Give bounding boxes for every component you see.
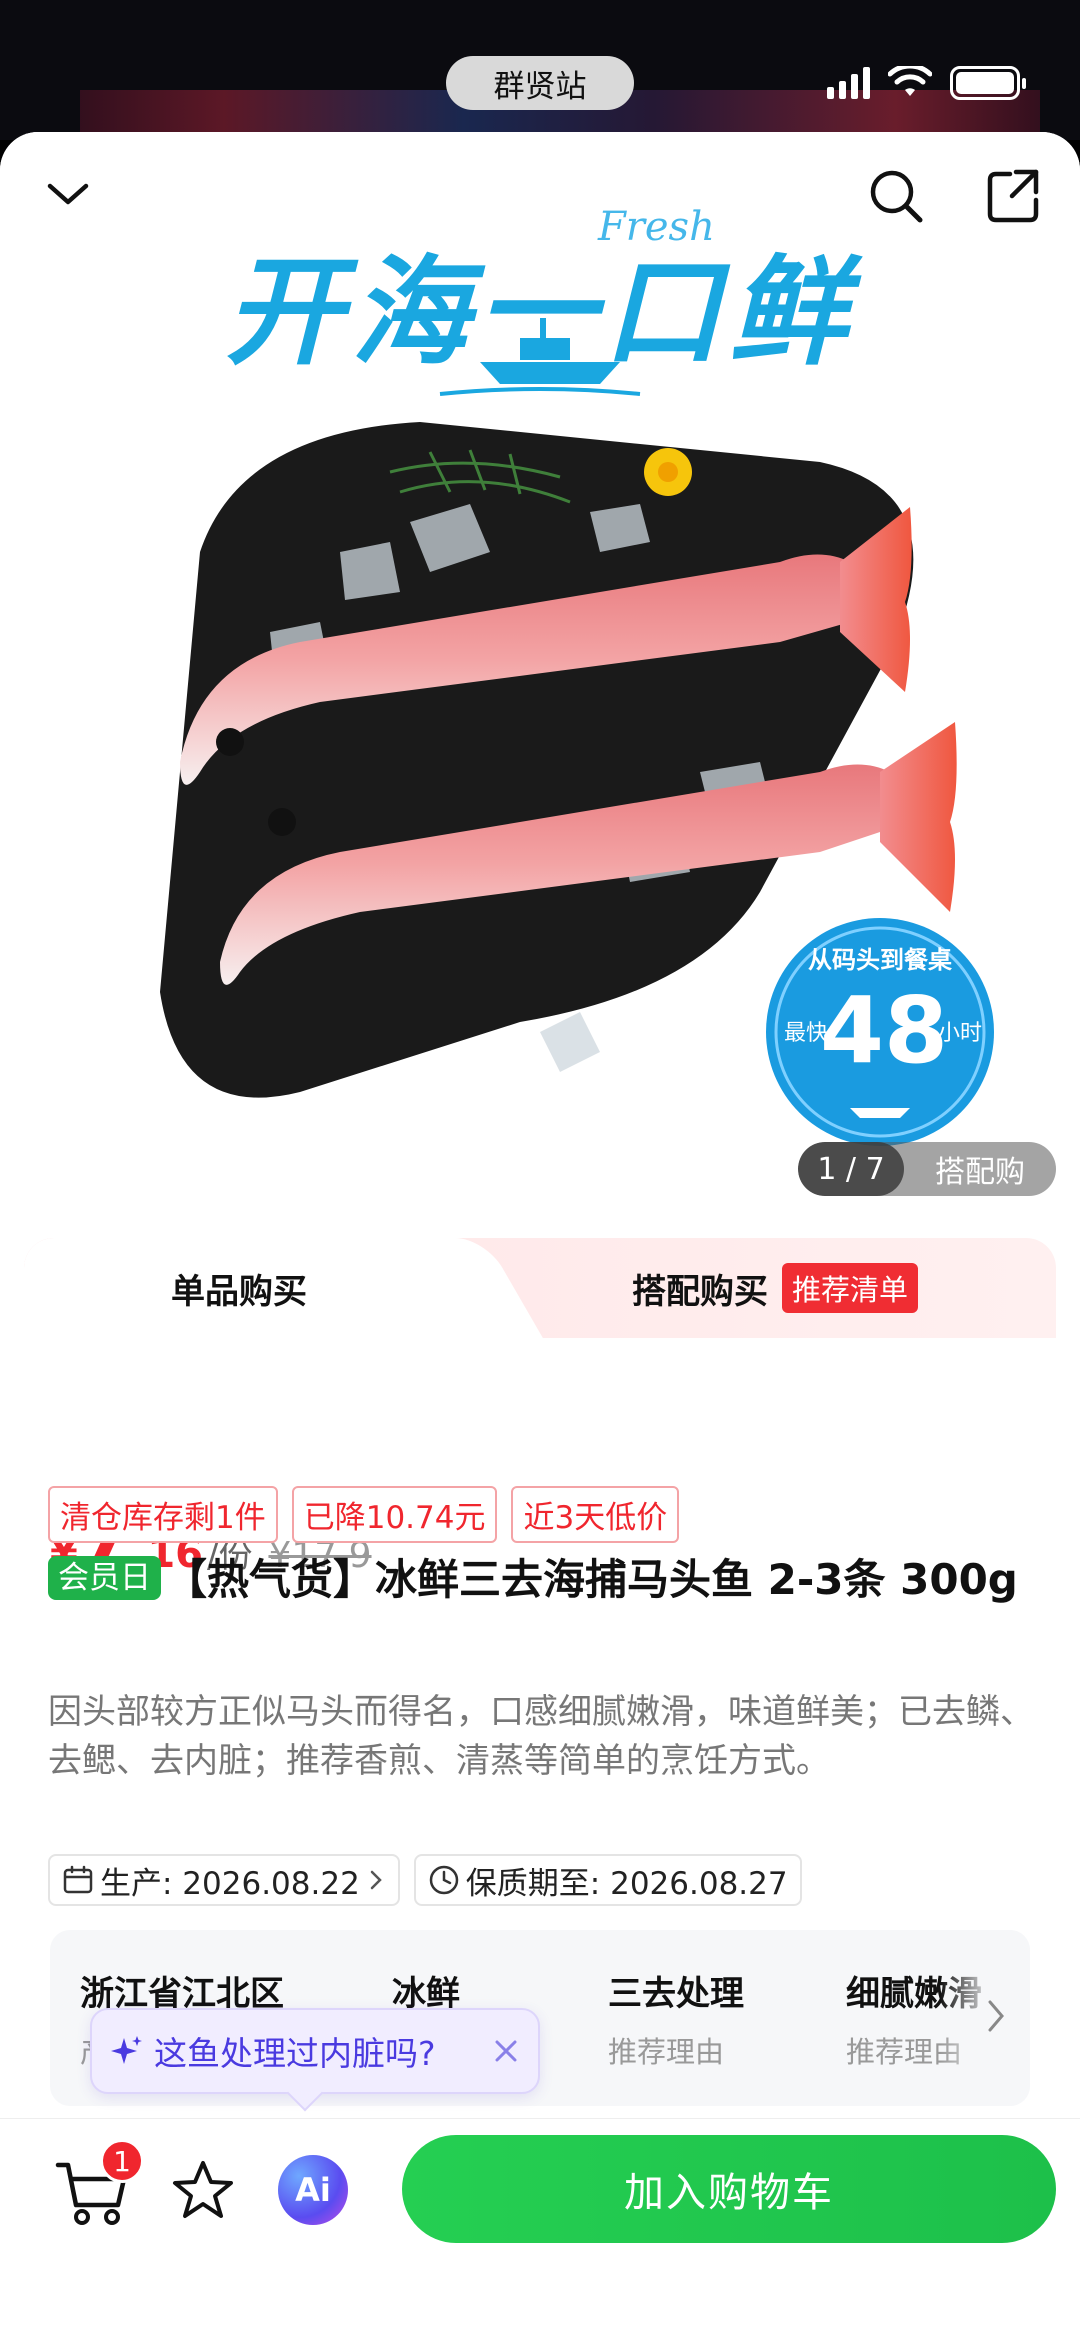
ai-question-tip[interactable]: 这鱼处理过内脏吗? (90, 2008, 540, 2094)
status-icons (827, 66, 1026, 100)
badge-unit-text: 小时 (938, 1021, 982, 1046)
chevron-down-icon (47, 183, 89, 205)
clock-icon (429, 1865, 459, 1895)
badge-top-text: 从码头到餐桌 (808, 946, 952, 974)
tab-combo-label: 搭配购买 (631, 1271, 768, 1312)
ai-assistant-button[interactable]: Ai (278, 2155, 348, 2225)
favorite-button[interactable] (168, 2155, 238, 2225)
product-sheet: 开海一口鲜 Fresh 从码头到餐桌 最快 48 小时 1 / 7 搭配购 搭配… (0, 132, 1080, 2348)
share-button[interactable] (974, 156, 1054, 236)
boat-icon (439, 318, 641, 396)
sparkle-icon (111, 2036, 142, 2064)
promo-tag: 近3天低价 (511, 1486, 680, 1543)
tab-combo-purchase[interactable]: 搭配购买 推荐清单 (494, 1238, 1056, 1338)
bottom-action-bar: 1 Ai 加入购物车 (0, 2118, 1080, 2348)
close-icon[interactable] (492, 2037, 520, 2065)
promo-tag: 清仓库存剩1件 (48, 1486, 278, 1543)
dynamic-island-label: 群贤站 (446, 56, 634, 110)
product-title-text: 【热气货】冰鲜三去海捕马头鱼 2-3条 300g (165, 1555, 1018, 1604)
collapse-button[interactable] (28, 156, 108, 236)
tab-single-purchase[interactable]: 单品购买 (24, 1238, 454, 1338)
badge-number: 48 (820, 977, 948, 1084)
photo-combo-link[interactable]: 搭配购 (904, 1142, 1056, 1196)
attribute-value: 三去处理 (608, 1974, 744, 2014)
attribute-key: 推荐理由 (608, 2035, 725, 2069)
search-icon (870, 170, 923, 223)
ai-tip-text: 这鱼处理过内脏吗? (154, 2034, 436, 2073)
calendar-icon (63, 1865, 93, 1894)
attribute-item: 三去处理 推荐理由 (608, 1966, 744, 2071)
product-image-carousel[interactable]: 开海一口鲜 Fresh 从码头到餐桌 最快 48 小时 1 / 7 搭配购 (0, 132, 1080, 1252)
promo-tags: 清仓库存剩1件 已降10.74元 近3天低价 (48, 1486, 680, 1543)
delivery-48h-badge: 从码头到餐桌 最快 48 小时 (766, 918, 994, 1146)
star-icon (173, 2161, 233, 2218)
search-button[interactable] (856, 156, 936, 236)
chevron-right-icon[interactable] (984, 1996, 1008, 2036)
recommend-list-badge: 推荐清单 (781, 1263, 918, 1313)
member-day-badge: 会员日 (48, 1556, 161, 1600)
production-date-chip[interactable]: 生产: 2026.08.22 (48, 1854, 400, 1906)
chevron-right-icon (370, 1870, 382, 1890)
battery-icon (950, 66, 1026, 100)
wifi-icon (888, 66, 932, 96)
top-nav (0, 132, 1080, 262)
date-row: 生产: 2026.08.22 保质期至: 2026.08.27 (48, 1854, 802, 1906)
add-to-cart-button[interactable]: 加入购物车 (402, 2135, 1056, 2243)
expiry-date: 保质期至: 2026.08.27 (465, 1865, 788, 1902)
promo-tag: 已降10.74元 (291, 1486, 498, 1543)
product-title: 会员日 【热气货】冰鲜三去海捕马头鱼 2-3条 300g (48, 1550, 1038, 1610)
purchase-mode-tabs: 搭配购买 推荐清单 单品购买 (24, 1238, 1056, 1338)
share-icon (987, 169, 1039, 223)
expiry-date-chip: 保质期至: 2026.08.27 (413, 1854, 802, 1906)
production-date: 生产: 2026.08.22 (100, 1865, 360, 1902)
product-description: 因头部较方正似马头而得名，口感细腻嫩滑，味道鲜美；已去鳞、去鳃、去内脏；推荐香煎… (48, 1692, 1034, 1781)
cart-count-badge: 1 (100, 2139, 144, 2183)
photo-index: 1 / 7 (798, 1142, 904, 1196)
status-bar: 群贤站 (0, 0, 1080, 140)
tab-single-label: 单品购买 (171, 1271, 307, 1312)
photo-counter[interactable]: 1 / 7 搭配购 (798, 1142, 1056, 1196)
cellular-signal-icon (827, 67, 870, 99)
